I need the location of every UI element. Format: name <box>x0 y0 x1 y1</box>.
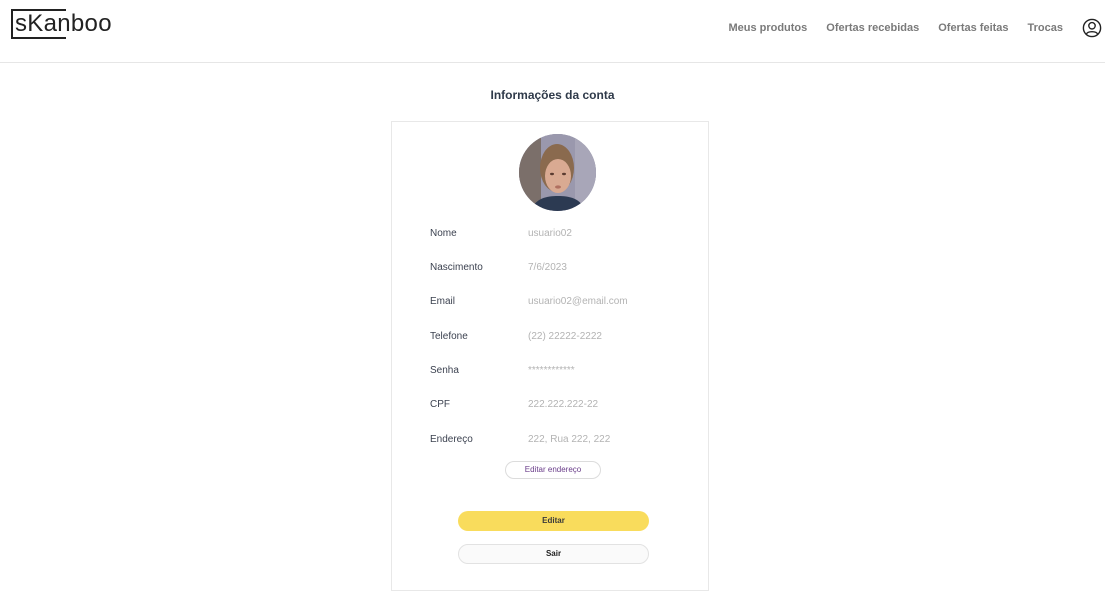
nav-ofertas-feitas[interactable]: Ofertas feitas <box>938 22 1008 34</box>
field-row-endereco: Endereço 222, Rua 222, 222 <box>430 431 690 447</box>
field-label: Nascimento <box>430 261 483 273</box>
field-label: Telefone <box>430 330 468 342</box>
user-account-icon[interactable] <box>1082 18 1102 38</box>
field-row-email: Email usuario02@email.com <box>430 293 690 309</box>
field-value: 7/6/2023 <box>528 261 567 273</box>
field-label: Email <box>430 295 456 307</box>
field-row-nascimento: Nascimento 7/6/2023 <box>430 259 690 275</box>
top-header: sKanboo Meus produtos Ofertas recebidas … <box>0 0 1105 63</box>
nav-ofertas-recebidas[interactable]: Ofertas recebidas <box>826 22 919 34</box>
page-title: Informações da conta <box>490 88 615 102</box>
field-label: Endereço <box>430 433 473 445</box>
field-value: 222.222.222-22 <box>528 398 599 410</box>
field-value: ************ <box>528 364 575 376</box>
field-value: usuario02@email.com <box>528 295 628 307</box>
account-card: Nome usuario02 Nascimento 7/6/2023 Email… <box>391 121 709 591</box>
field-row-cpf: CPF 222.222.222-22 <box>430 396 690 412</box>
field-label: Nome <box>430 227 457 239</box>
field-row-telefone: Telefone (22) 22222-2222 <box>430 328 690 344</box>
field-label: CPF <box>430 398 450 410</box>
logout-button[interactable]: Sair <box>458 544 649 564</box>
field-row-senha: Senha ************ <box>430 362 690 378</box>
field-value: 222, Rua 222, 222 <box>528 433 611 445</box>
nav-meus-produtos[interactable]: Meus produtos <box>728 22 807 34</box>
field-label: Senha <box>430 364 459 376</box>
nav-trocas[interactable]: Trocas <box>1028 22 1063 34</box>
logo[interactable]: sKanboo <box>11 9 112 39</box>
field-value: (22) 22222-2222 <box>528 330 602 342</box>
main-nav: Meus produtos Ofertas recebidas Ofertas … <box>728 22 1063 34</box>
edit-button[interactable]: Editar <box>458 511 649 531</box>
logo-text: sKanboo <box>15 10 112 37</box>
field-value: usuario02 <box>528 227 572 239</box>
field-row-nome: Nome usuario02 <box>430 225 690 241</box>
avatar <box>519 134 596 211</box>
edit-address-button[interactable]: Editar endereço <box>505 461 601 479</box>
avatar-photo <box>519 134 596 211</box>
